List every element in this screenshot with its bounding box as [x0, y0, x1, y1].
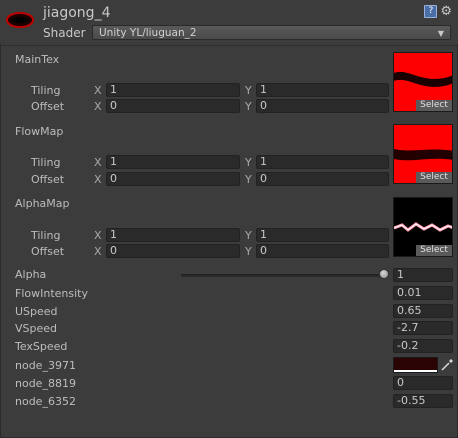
flowmap-select-button[interactable]: Select	[416, 172, 452, 183]
texture-name-flowmap: FlowMap	[15, 125, 64, 138]
property-label-node-8819: node_8819	[15, 377, 76, 390]
material-preview-icon	[6, 12, 34, 28]
axis-x-label: X	[94, 245, 102, 258]
offset-label: Offset	[31, 173, 65, 186]
alpha-slider-track[interactable]	[181, 274, 386, 277]
property-label-texspeed: TexSpeed	[15, 340, 68, 353]
header-divider	[0, 45, 458, 46]
flowmap-tiling-y-field[interactable]: 1	[256, 155, 389, 169]
axis-y-label: Y	[245, 245, 252, 258]
maintex-offset-x-field[interactable]: 0	[106, 99, 240, 113]
property-label-node-6352: node_6352	[15, 395, 76, 408]
texture-name-alphamap: AlphaMap	[15, 197, 70, 210]
alpha-slider-thumb[interactable]	[379, 269, 389, 279]
maintex-tiling-y-field[interactable]: 1	[256, 83, 389, 97]
uspeed-field[interactable]: 0.65	[393, 304, 453, 318]
node-6352-field[interactable]: -0.55	[393, 394, 453, 408]
offset-label: Offset	[31, 100, 65, 113]
axis-y-label: Y	[245, 100, 252, 113]
property-label-node-3971: node_3971	[15, 359, 76, 372]
axis-y-label: Y	[245, 173, 252, 186]
maintex-tiling-x-field[interactable]: 1	[106, 83, 240, 97]
property-label-vspeed: VSpeed	[15, 322, 58, 335]
offset-label: Offset	[31, 245, 65, 258]
alpha-value-field[interactable]: 1	[393, 268, 453, 282]
alphamap-tiling-x-field[interactable]: 1	[106, 228, 240, 242]
tiling-label: Tiling	[31, 229, 61, 242]
maintex-offset-y-field[interactable]: 0	[256, 99, 389, 113]
alphamap-texture-slot[interactable]: Select	[393, 197, 453, 257]
flowmap-texture-slot[interactable]: Select	[393, 124, 453, 184]
axis-x-label: X	[94, 156, 102, 169]
maintex-texture-slot[interactable]: Select	[393, 52, 453, 112]
material-title: jiagong_4	[43, 5, 111, 21]
texspeed-field[interactable]: -0.2	[393, 339, 453, 353]
axis-y-label: Y	[245, 229, 252, 242]
shader-label: Shader	[43, 26, 86, 40]
shader-dropdown[interactable]: Unity YL/liuguan_2 ▼	[92, 25, 451, 40]
node-3971-color-field[interactable]	[393, 357, 438, 373]
axis-y-label: Y	[245, 156, 252, 169]
axis-x-label: X	[94, 229, 102, 242]
axis-x-label: X	[94, 100, 102, 113]
axis-y-label: Y	[245, 84, 252, 97]
alpha-bar	[394, 370, 437, 372]
flowintensity-field[interactable]: 0.01	[393, 286, 453, 300]
flowmap-tiling-x-field[interactable]: 1	[106, 155, 240, 169]
help-icon[interactable]: ?	[424, 5, 438, 18]
gear-icon[interactable]: ⚙	[440, 5, 452, 18]
maintex-select-button[interactable]: Select	[416, 100, 452, 111]
flowmap-offset-x-field[interactable]: 0	[106, 172, 240, 186]
shader-dropdown-value: Unity YL/liuguan_2	[99, 27, 197, 39]
material-header: jiagong_4 ? ⚙ Shader Unity YL/liuguan_2 …	[0, 0, 458, 44]
property-label-flowintensity: FlowIntensity	[15, 287, 88, 300]
tiling-label: Tiling	[31, 156, 61, 169]
tiling-label: Tiling	[31, 84, 61, 97]
alphamap-select-button[interactable]: Select	[416, 245, 452, 256]
vspeed-field[interactable]: -2.7	[393, 321, 453, 335]
flowmap-offset-y-field[interactable]: 0	[256, 172, 389, 186]
axis-x-label: X	[94, 173, 102, 186]
alphamap-tiling-y-field[interactable]: 1	[256, 228, 389, 242]
property-label-uspeed: USpeed	[15, 305, 58, 318]
chevron-down-icon: ▼	[437, 29, 444, 38]
inspector-panel	[0, 0, 458, 438]
node-8819-field[interactable]: 0	[393, 376, 453, 390]
alphamap-offset-x-field[interactable]: 0	[106, 244, 240, 258]
alphamap-offset-y-field[interactable]: 0	[256, 244, 389, 258]
axis-x-label: X	[94, 84, 102, 97]
property-label-alpha: Alpha	[15, 268, 47, 281]
texture-name-maintex: MainTex	[15, 53, 60, 66]
eyedropper-icon[interactable]	[440, 358, 454, 372]
